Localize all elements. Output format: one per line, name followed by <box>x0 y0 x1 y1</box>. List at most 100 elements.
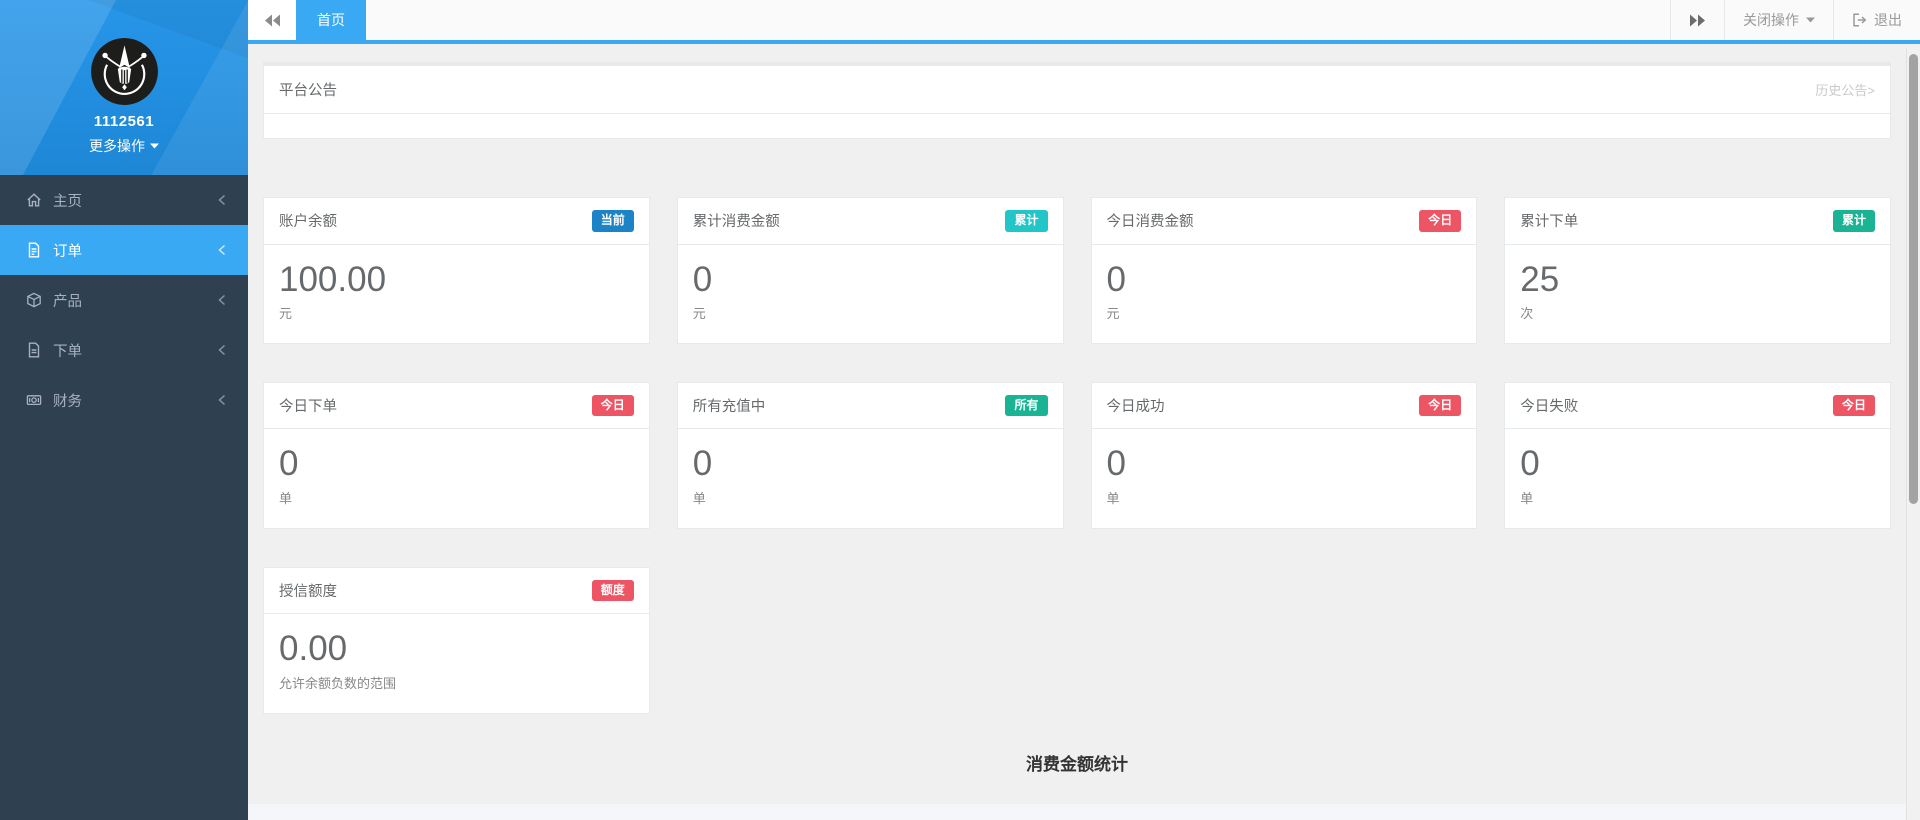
stat-card-total-orders: 累计下单 累计 25 次 <box>1504 197 1891 344</box>
tabs-scroll-right-button[interactable] <box>1670 0 1724 40</box>
stat-header: 今日消费金额 今日 <box>1091 198 1477 245</box>
consumption-chart-area <box>248 803 1906 820</box>
stat-body: 0 单 <box>1505 429 1890 527</box>
money-icon <box>26 392 42 408</box>
sidebar: 1112561 更多操作 主页 订单 产品 下单 财务 <box>0 0 248 820</box>
logout-label: 退出 <box>1874 12 1902 28</box>
announcement-body <box>264 114 1890 138</box>
stat-title: 累计消费金额 <box>692 214 780 231</box>
sidebar-item-products[interactable]: 产品 <box>0 275 248 325</box>
stat-value: 25 <box>1520 259 1560 299</box>
stat-header: 累计下单 累计 <box>1505 198 1890 245</box>
scrollbar-thumb[interactable] <box>1909 54 1918 504</box>
stat-value: 0 <box>279 444 299 484</box>
stat-title: 累计下单 <box>1520 214 1579 231</box>
double-chevron-right-icon <box>1690 14 1705 26</box>
chevron-left-icon <box>217 294 226 306</box>
stat-unit: 单 <box>1106 490 1120 506</box>
stat-card-today-consumption: 今日消费金额 今日 0 元 <box>1090 197 1478 344</box>
stat-unit: 单 <box>279 490 293 506</box>
tab-bar-spacer <box>366 0 1670 40</box>
stat-card-today-orders: 今日下单 今日 0 单 <box>263 381 650 529</box>
vertical-scrollbar[interactable] <box>1906 48 1920 820</box>
announcement-title: 平台公告 <box>279 83 337 99</box>
stat-card-recharging: 所有充值中 所有 0 单 <box>676 381 1064 529</box>
stat-unit: 单 <box>692 490 706 506</box>
stat-header: 今日下单 今日 <box>264 383 649 430</box>
stat-value: 0 <box>1106 444 1126 484</box>
chevron-left-icon <box>217 194 226 206</box>
file-text-icon <box>26 242 42 258</box>
home-icon <box>26 192 42 208</box>
status-badge: 所有 <box>1005 394 1048 417</box>
stat-header: 所有充值中 所有 <box>677 383 1063 430</box>
announcement-header: 平台公告 历史公告> <box>264 66 1890 114</box>
stat-title: 账户余额 <box>279 214 337 231</box>
stat-card-credit-limit: 授信额度 额度 0.00 允许余额负数的范围 <box>263 566 650 714</box>
sidebar-item-orders[interactable]: 订单 <box>0 225 248 275</box>
status-badge: 今日 <box>591 394 634 417</box>
file-icon <box>26 342 42 358</box>
app-window: 1112561 更多操作 主页 订单 产品 下单 财务 首页 关闭操作 退出 平… <box>0 0 1920 820</box>
more-actions-dropdown[interactable]: 更多操作 <box>0 130 248 156</box>
tabs-scroll-left-button[interactable] <box>248 0 296 40</box>
status-badge: 今日 <box>1832 394 1875 417</box>
sidebar-item-place-order[interactable]: 下单 <box>0 325 248 375</box>
close-actions-label: 关闭操作 <box>1743 12 1799 28</box>
stat-title: 授信额度 <box>279 583 337 600</box>
stat-title: 今日下单 <box>279 399 337 416</box>
username: 1112561 <box>93 113 155 130</box>
history-announcements-link[interactable]: 历史公告> <box>1815 80 1875 99</box>
stat-unit: 次 <box>1520 305 1534 321</box>
sidebar-item-label: 财务 <box>53 393 82 410</box>
logout-button[interactable]: 退出 <box>1833 0 1920 40</box>
sidebar-item-label: 产品 <box>53 293 82 310</box>
stat-unit: 元 <box>1106 305 1120 321</box>
avatar[interactable] <box>90 38 158 105</box>
sidebar-item-label: 订单 <box>53 243 82 260</box>
stat-unit: 元 <box>279 305 293 321</box>
stat-title: 今日成功 <box>1106 399 1165 416</box>
stat-title: 今日消费金额 <box>1106 214 1194 231</box>
cube-icon <box>26 292 42 308</box>
tab-home[interactable]: 首页 <box>296 0 366 40</box>
stat-body: 0 单 <box>264 429 649 527</box>
content-area: 平台公告 历史公告> 账户余额 当前 100.00 元 累计消费金额 累计 0 … <box>248 48 1906 820</box>
sidebar-item-label: 下单 <box>53 343 82 360</box>
stat-header: 今日失败 今日 <box>1505 383 1890 430</box>
close-actions-dropdown[interactable]: 关闭操作 <box>1724 0 1833 40</box>
stat-value: 0 <box>692 444 713 484</box>
stat-value: 100.00 <box>279 259 387 299</box>
sidebar-item-home[interactable]: 主页 <box>0 175 248 225</box>
chevron-left-icon <box>217 344 226 356</box>
stat-card-total-consumption: 累计消费金额 累计 0 元 <box>676 197 1064 344</box>
stat-card-account-balance: 账户余额 当前 100.00 元 <box>263 197 650 344</box>
stat-header: 授信额度 额度 <box>264 568 649 615</box>
status-badge: 今日 <box>1419 210 1462 232</box>
stat-unit: 元 <box>692 305 706 321</box>
stat-body: 0 单 <box>1092 429 1477 527</box>
more-actions-label: 更多操作 <box>89 138 145 154</box>
stat-body: 25 次 <box>1505 245 1890 343</box>
chevron-left-icon <box>217 394 226 406</box>
stat-body: 0 元 <box>678 245 1063 343</box>
consumption-chart-title: 消费金额统计 <box>1026 754 1128 774</box>
stat-header: 账户余额 当前 <box>264 198 649 245</box>
stat-card-today-failed: 今日失败 今日 0 单 <box>1504 381 1891 529</box>
caret-down-icon <box>1806 17 1815 23</box>
chevron-left-icon <box>217 244 226 256</box>
status-badge: 额度 <box>591 579 634 602</box>
main-area: 首页 关闭操作 退出 平台公告 历史公告> 账户余额 当前 100.00 元 累… <box>248 0 1920 820</box>
status-badge: 今日 <box>1419 394 1462 417</box>
stat-title: 所有充值中 <box>692 399 766 416</box>
stats-grid: 账户余额 当前 100.00 元 累计消费金额 累计 0 元 今日消费金额 今日… <box>263 197 1891 714</box>
sidebar-item-finance[interactable]: 财务 <box>0 375 248 425</box>
stat-value: 0 <box>1106 259 1126 299</box>
stat-body: 0 元 <box>1092 245 1477 343</box>
stat-unit: 允许余额负数的范围 <box>279 675 397 691</box>
tab-bar: 首页 关闭操作 退出 <box>248 0 1920 44</box>
tab-home-label: 首页 <box>317 12 345 28</box>
status-badge: 累计 <box>1005 210 1048 232</box>
stat-card-today-success: 今日成功 今日 0 单 <box>1090 381 1478 529</box>
status-badge: 累计 <box>1832 210 1875 232</box>
